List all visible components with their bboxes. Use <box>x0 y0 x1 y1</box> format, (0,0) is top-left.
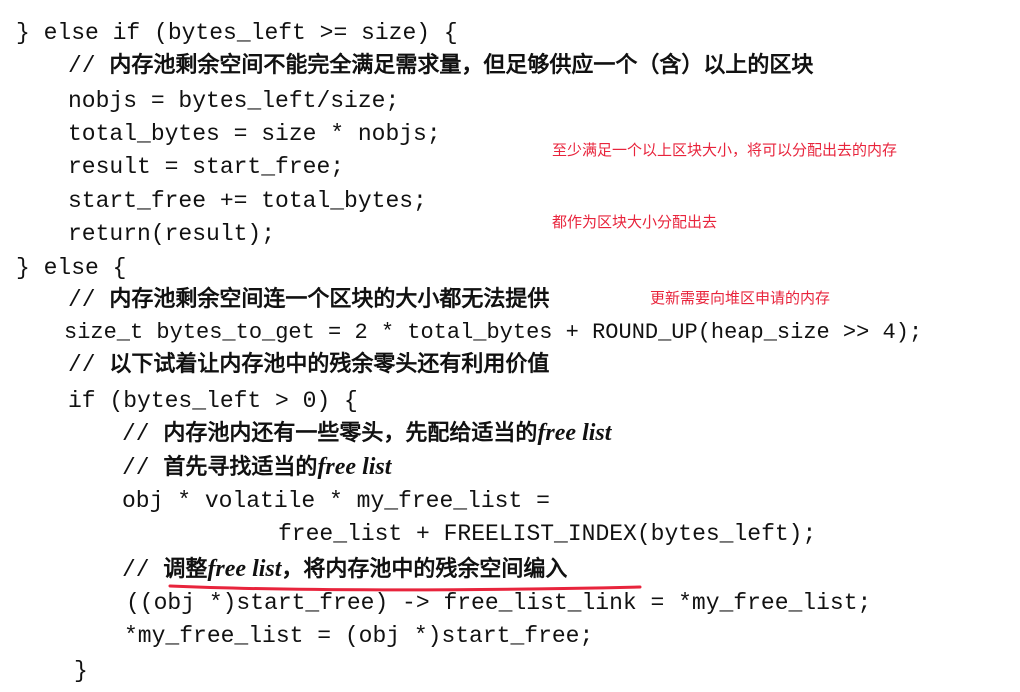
code-page: } else if (bytes_left >= size) { // 内存池剩… <box>0 0 1020 692</box>
comment-term-free-list: free list <box>207 556 282 582</box>
comment-text: 内存池剩余空间不能完全满足需求量，但足够供应一个（含）以上的区块 <box>109 53 814 78</box>
code-line-total-bytes: total_bytes = size * nobjs; <box>68 121 441 147</box>
comment-marker: // <box>68 352 110 378</box>
comment-marker: // <box>68 287 110 313</box>
code-line-if-bytes-left: if (bytes_left > 0) { <box>68 388 358 414</box>
annotation-note-heap-request: 更新需要向堆区申请的内存 <box>650 289 831 307</box>
code-line-bytes-to-get: size_t bytes_to_get = 2 * total_bytes + … <box>64 320 923 345</box>
comment-term-free-list: free list <box>537 420 612 446</box>
code-line-my-free-list-decl: obj * volatile * my_free_list = <box>122 488 550 514</box>
code-line-freelist-index: free_list + FREELIST_INDEX(bytes_left); <box>278 521 817 547</box>
comment-marker: // <box>122 557 164 583</box>
comment-line-adjust-free-list: // 调整free list，将内存池中的残余空间编入 <box>122 554 567 584</box>
code-line-start-free: start_free += total_bytes; <box>68 188 427 214</box>
code-line-return: return(result); <box>68 221 276 247</box>
comment-line-no-block: // 内存池剩余空间连一个区块的大小都无法提供 <box>68 285 549 315</box>
code-line-my-free-list-assign: *my_free_list = (obj *)start_free; <box>124 623 594 649</box>
comment-text: 调整 <box>163 557 208 582</box>
code-line-close-brace: } <box>74 658 88 684</box>
code-line-nobjs: nobjs = bytes_left/size; <box>68 88 400 114</box>
comment-term-free-list: free list <box>317 454 392 480</box>
code-line-else-if: } else if (bytes_left >= size) { <box>16 20 458 46</box>
comment-line-leftover-to-free-list: // 内存池内还有一些零头，先配给适当的free list <box>122 418 611 448</box>
code-line-result: result = start_free; <box>68 154 345 180</box>
annotation-note-block-size: 至少满足一个以上区块大小，将可以分配出去的内存 都作为区块大小分配出去 <box>552 90 897 282</box>
comment-marker: // <box>122 421 164 447</box>
comment-text: 内存池内还有一些零头，先配给适当的 <box>163 421 538 446</box>
comment-line-use-leftover: // 以下试着让内存池中的残余零头还有利用价值 <box>68 350 549 380</box>
code-line-free-list-link: ((obj *)start_free) -> free_list_link = … <box>126 590 872 616</box>
annotation-line: 至少满足一个以上区块大小，将可以分配出去的内存 <box>552 141 898 159</box>
annotation-line: 都作为区块大小分配出去 <box>552 213 718 231</box>
comment-line-enough-for-blocks: // 内存池剩余空间不能完全满足需求量，但足够供应一个（含）以上的区块 <box>68 51 813 81</box>
comment-marker: // <box>68 53 110 79</box>
comment-text: ，将内存池中的残余空间编入 <box>281 557 568 582</box>
comment-text: 以下试着让内存池中的残余零头还有利用价值 <box>109 352 550 377</box>
comment-line-find-free-list: // 首先寻找适当的free list <box>122 452 391 482</box>
comment-marker: // <box>122 455 164 481</box>
code-line-else: } else { <box>16 255 127 281</box>
comment-text: 内存池剩余空间连一个区块的大小都无法提供 <box>109 287 550 312</box>
comment-text: 首先寻找适当的 <box>163 455 318 480</box>
